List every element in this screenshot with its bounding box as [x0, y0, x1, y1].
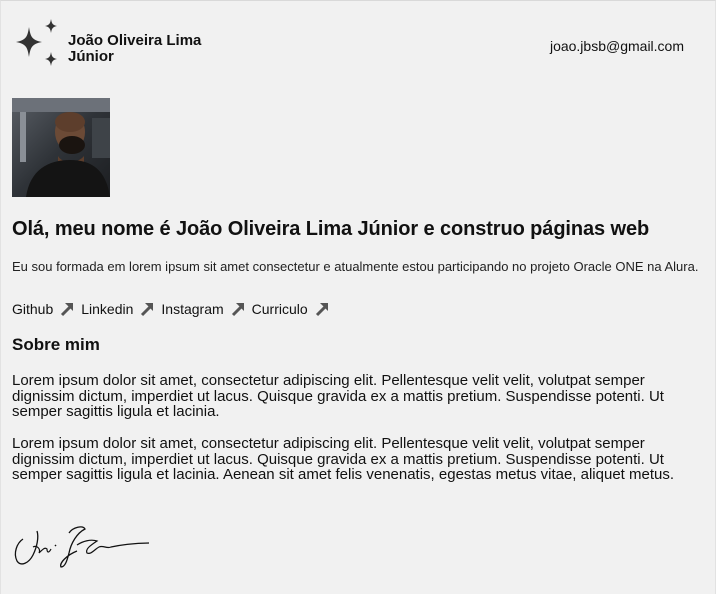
social-links: Github Linkedin Instagram Curriculo: [12, 301, 336, 317]
arrow-up-right-icon: [315, 303, 328, 317]
about-paragraph: Lorem ipsum dolor sit amet, consectetur …: [12, 435, 675, 483]
arrow-up-right-icon: [141, 303, 154, 317]
email-link[interactable]: joao.jbsb@gmail.com: [550, 38, 684, 54]
sparkles-icon: [16, 19, 57, 66]
curriculo-link-label: Curriculo: [251, 301, 308, 317]
github-link[interactable]: Github: [12, 301, 75, 317]
linkedin-link[interactable]: Linkedin: [81, 301, 155, 317]
arrow-up-right-icon: [61, 303, 74, 317]
page-title: Olá, meu nome é João Oliveira Lima Júnio…: [12, 218, 650, 240]
instagram-link-label: Instagram: [161, 301, 224, 317]
brand-name: João Oliveira Lima Júnior: [68, 32, 202, 65]
intro-text: Eu sou formada em lorem ipsum sit amet c…: [12, 259, 699, 274]
linkedin-link-label: Linkedin: [81, 301, 134, 317]
instagram-link[interactable]: Instagram: [161, 301, 245, 317]
curriculo-link[interactable]: Curriculo: [252, 301, 330, 317]
handwritten-signature: [14, 526, 150, 568]
arrow-up-right-icon: [231, 303, 244, 317]
github-link-label: Github: [12, 301, 54, 317]
profile-photo: [12, 98, 110, 197]
about-paragraph: Lorem ipsum dolor sit amet, consectetur …: [12, 372, 664, 420]
about-heading: Sobre mim: [12, 335, 100, 354]
site-header: João Oliveira Lima Júnior joao.jbsb@gmai…: [12, 17, 702, 73]
